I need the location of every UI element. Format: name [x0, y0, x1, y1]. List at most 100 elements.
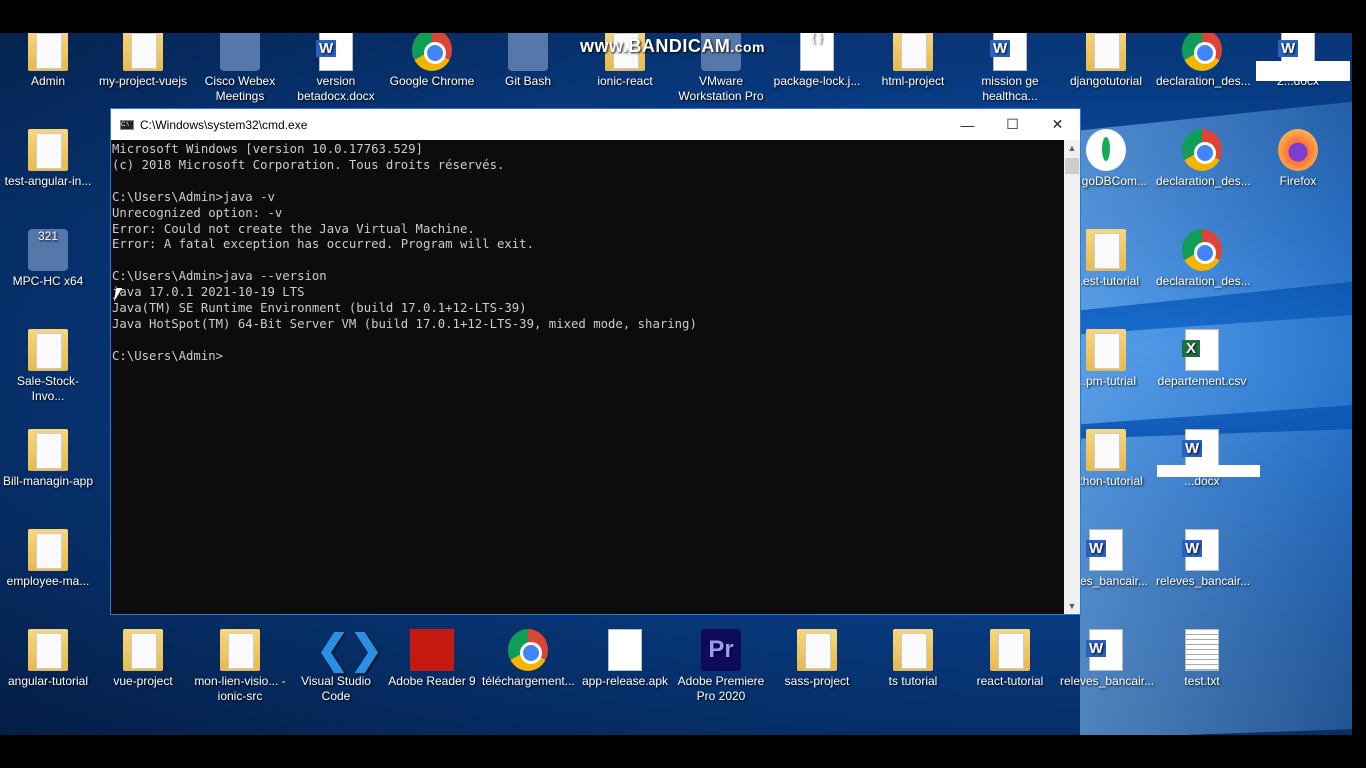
desktop-icon-label: Adobe Reader 9 [388, 674, 476, 688]
console-line: Microsoft Windows [version 10.0.17763.52… [112, 142, 423, 156]
desktop-icon-label: mission ge healthca... [981, 74, 1039, 103]
premiere-icon: Pr [701, 629, 741, 671]
desktop-icon[interactable]: test.txt [1156, 629, 1248, 689]
git-icon [508, 33, 548, 71]
desktop-icon-label: html-project [881, 74, 945, 88]
desktop-icon[interactable]: sass-project [771, 629, 863, 689]
desktop-icon-label: test.txt [1184, 674, 1220, 688]
folder-icon [28, 429, 68, 471]
maximize-button[interactable]: ☐ [990, 109, 1035, 140]
minimize-button[interactable]: — [945, 109, 990, 140]
word-icon [1182, 529, 1219, 571]
desktop-icon[interactable]: releves_bancair... [1060, 629, 1154, 689]
desktop-icon[interactable]: employee-ma... [2, 529, 94, 589]
desktop-icon-label: Sale-Stock-Invo... [16, 374, 80, 403]
desktop-icon[interactable]: ❮❯ Visual Studio Code [290, 629, 383, 704]
folder-icon [220, 629, 260, 671]
console-line: C:\Users\Admin>java -v [112, 189, 275, 204]
desktop-icon[interactable]: releves_bancair... [1156, 529, 1250, 589]
desktop-icon[interactable]: react-tutorial [964, 629, 1056, 689]
desktop-icon[interactable]: 321 MPC-HC x64 [2, 229, 94, 289]
desktop-icon-label: app-release.apk [581, 674, 669, 688]
desktop-icon[interactable]: html-project [867, 33, 959, 89]
desktop-icon-label: ionic-react [597, 74, 653, 88]
word-icon [990, 33, 1027, 71]
desktop-icon-label: Cisco Webex Meetings [204, 74, 276, 103]
console-line: Java(TM) SE Runtime Environment (build 1… [112, 301, 527, 316]
folder-icon [28, 129, 68, 171]
desktop-icon-label: test-angular-in... [4, 174, 92, 188]
desktop-icon[interactable]: declaration_des... [1156, 33, 1251, 89]
desktop-icon[interactable]: ...docx [1156, 429, 1248, 489]
vertical-scrollbar[interactable]: ▲ ▼ [1064, 140, 1080, 614]
console-output[interactable]: Microsoft Windows [version 10.0.17763.52… [111, 140, 1064, 614]
desktop-icon[interactable]: Google Chrome [386, 33, 478, 89]
desktop-icon[interactable]: Git Bash [482, 33, 574, 89]
desktop-icon[interactable]: Admin [2, 33, 94, 89]
title-bar[interactable]: C:\ C:\Windows\system32\cmd.exe — ☐ ✕ [111, 109, 1080, 140]
redaction [1157, 465, 1260, 477]
desktop-icon[interactable]: téléchargement... [482, 629, 575, 689]
desktop-icon[interactable]: declaration_des... [1156, 129, 1251, 189]
desktop-icon[interactable]: Bill-managin-app [2, 429, 94, 489]
desktop-icon[interactable]: app-release.apk [579, 629, 671, 689]
desktop-icon[interactable]: { } package-lock.j... [771, 33, 863, 89]
scroll-up-arrow-icon[interactable]: ▲ [1064, 140, 1080, 156]
json-icon: { } [800, 33, 834, 71]
console-line: (c) 2018 Microsoft Corporation. Tous dro… [112, 157, 505, 172]
folder-icon [1086, 229, 1126, 271]
cmd-app-icon[interactable]: C:\ [120, 119, 134, 130]
desktop-icon-label: declaration_des... [1156, 174, 1251, 188]
desktop-icon[interactable]: my-project-vuejs [97, 33, 189, 89]
desktop-icon[interactable]: test-angular-in... [2, 129, 94, 189]
desktop-icon[interactable]: angular-tutorial [2, 629, 94, 689]
desktop-icon[interactable]: djangotutorial [1060, 33, 1152, 89]
folder-icon [1086, 429, 1126, 471]
desktop-icon[interactable]: Sale-Stock-Invo... [2, 329, 94, 404]
console-line: Unrecognized option: -v [112, 205, 283, 220]
chrome-icon [412, 33, 452, 71]
folder-icon [28, 629, 68, 671]
word-icon [316, 33, 353, 71]
close-button[interactable]: ✕ [1035, 109, 1080, 140]
desktop-icon[interactable]: Pr Adobe Premiere Pro 2020 [675, 629, 767, 704]
desktop-icon-label: sass-project [784, 674, 850, 688]
folder-icon [28, 329, 68, 371]
desktop-icon-label: departement.csv [1157, 374, 1247, 388]
desktop-icon-label: Visual Studio Code [301, 674, 371, 703]
chrome-icon [1182, 33, 1222, 71]
mpc-icon: 321 [28, 229, 68, 271]
desktop-icon[interactable]: Adobe Reader 9 [386, 629, 478, 689]
desktop-icon-label: declaration_des... [1156, 74, 1251, 88]
webex-icon [220, 33, 260, 71]
desktop-icon-label: package-lock.j... [773, 74, 861, 88]
scrollbar-thumb[interactable] [1065, 158, 1079, 174]
file-icon [608, 629, 642, 671]
desktop-icon[interactable]: mission ge healthca... [964, 33, 1056, 104]
desktop-icon-label: employee-ma... [6, 574, 90, 588]
desktop-icon[interactable]: mon-lien-visio... - ionic-src [194, 629, 286, 704]
desktop-icon[interactable]: departement.csv [1156, 329, 1248, 389]
desktop-icon[interactable]: ts tutorial [867, 629, 959, 689]
chrome-icon [1182, 129, 1222, 171]
desktop-icon[interactable]: vue-project [97, 629, 189, 689]
mongodb-icon [1086, 129, 1126, 171]
desktop-icon[interactable]: Firefox [1252, 129, 1344, 189]
desktop-icon[interactable]: declaration_des... [1156, 229, 1251, 289]
desktop-icon[interactable]: version betadocx.docx [290, 33, 382, 104]
word-icon [1086, 629, 1123, 671]
folder-icon [1086, 329, 1126, 371]
desktop-icon-label: react-tutorial [976, 674, 1044, 688]
folder-icon [123, 33, 163, 71]
folder-icon [797, 629, 837, 671]
desktop-icon-label: Google Chrome [389, 74, 475, 88]
folder-icon [893, 33, 933, 71]
user-folder-icon [28, 33, 68, 71]
scroll-down-arrow-icon[interactable]: ▼ [1064, 598, 1080, 614]
desktop-icon[interactable]: Cisco Webex Meetings [194, 33, 286, 104]
folder-icon [990, 629, 1030, 671]
desktop-icon-label: Adobe Premiere Pro 2020 [677, 674, 765, 703]
